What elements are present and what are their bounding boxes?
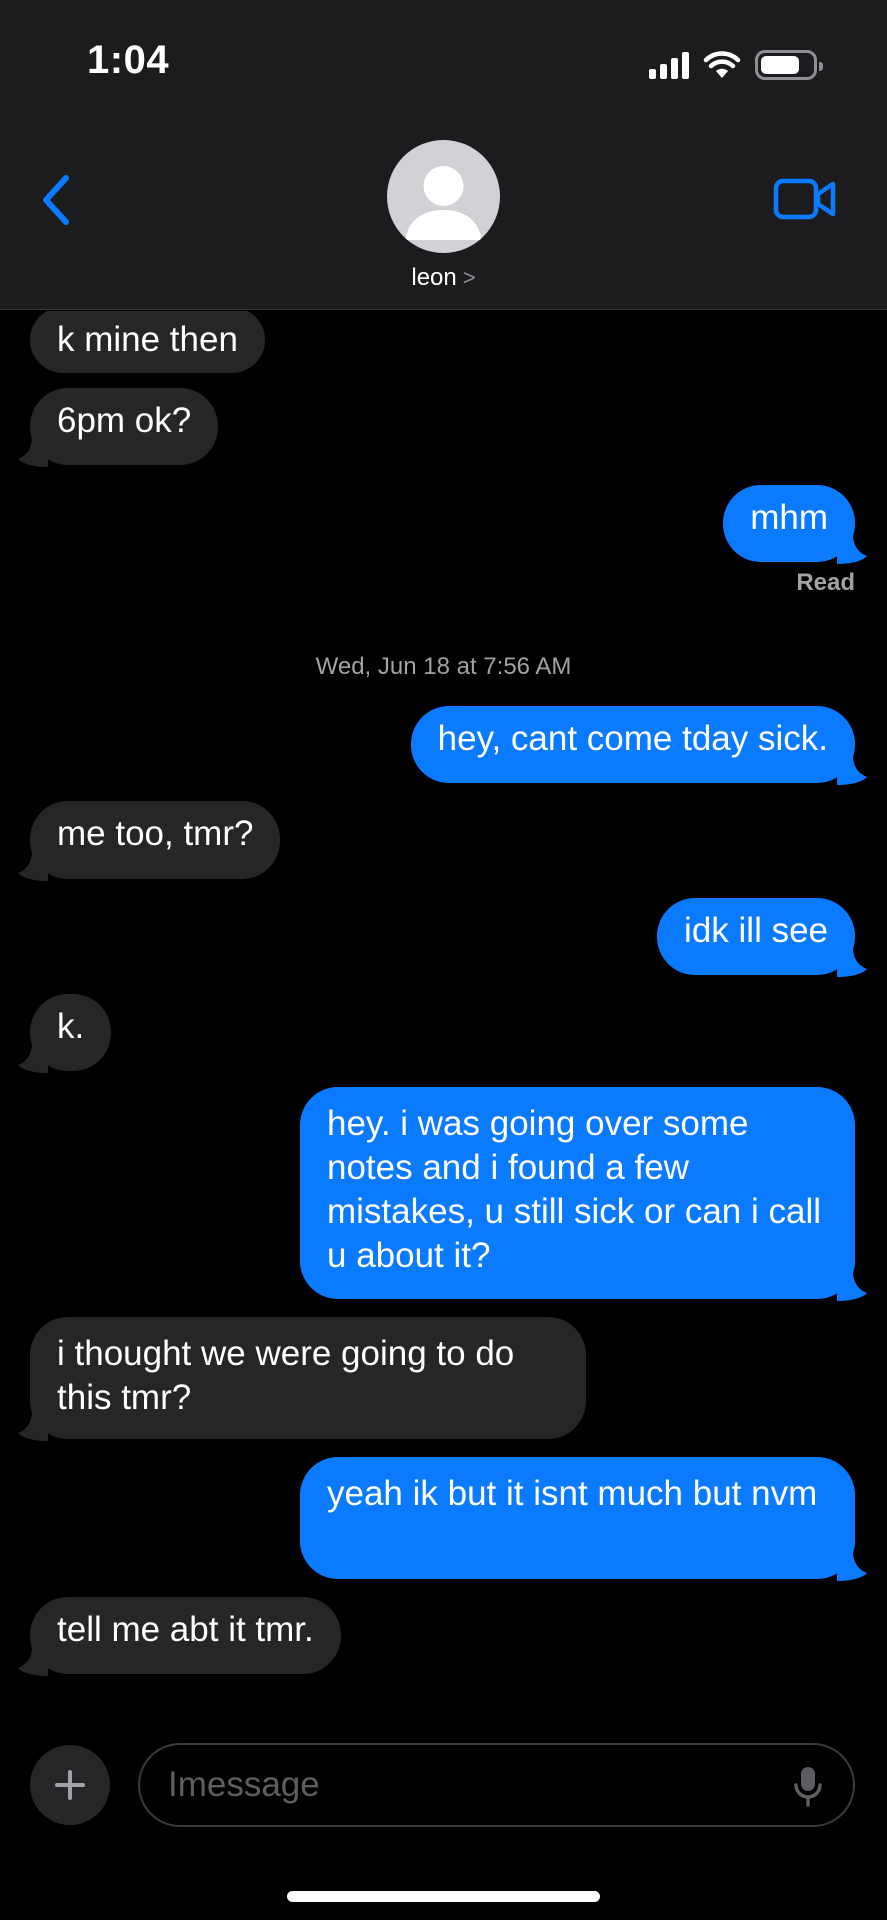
outgoing-message[interactable]: hey. i was going over some notes and i f… bbox=[300, 1087, 867, 1301]
message-input[interactable] bbox=[168, 1745, 748, 1825]
incoming-message[interactable]: me too, tmr? bbox=[18, 801, 281, 881]
message-text: idk ill see bbox=[684, 911, 828, 950]
bubble-tail bbox=[18, 1646, 48, 1676]
incoming-message[interactable]: k. bbox=[18, 994, 112, 1073]
bubble-tail bbox=[837, 755, 867, 785]
person-silhouette-icon bbox=[405, 166, 482, 240]
conversation-header: leon > bbox=[0, 130, 887, 310]
outgoing-message[interactable]: idk ill see bbox=[657, 898, 867, 977]
message-text: yeah ik but it isnt much but nvm bbox=[327, 1474, 818, 1513]
back-button[interactable] bbox=[34, 170, 78, 230]
status-icons bbox=[649, 48, 823, 82]
message-input-container[interactable] bbox=[138, 1743, 855, 1827]
incoming-message[interactable]: i thought we were going to do this tmr? bbox=[18, 1317, 586, 1441]
bubble-tail bbox=[18, 851, 48, 881]
bubble-tail bbox=[837, 1271, 867, 1301]
status-time: 1:04 bbox=[87, 38, 170, 82]
message-text: k. bbox=[57, 1007, 85, 1046]
message-text: mhm bbox=[750, 498, 828, 537]
message-text: i thought we were going to do this tmr? bbox=[57, 1334, 515, 1417]
wifi-icon bbox=[703, 51, 741, 78]
message-text: tell me abt it tmr. bbox=[57, 1610, 314, 1649]
bubble-tail bbox=[837, 947, 867, 977]
message-text: hey, cant come tday sick. bbox=[437, 719, 828, 758]
apps-plus-button[interactable] bbox=[30, 1745, 110, 1825]
bubble-tail bbox=[18, 1043, 48, 1073]
message-text: hey. i was going over some notes and i f… bbox=[327, 1104, 822, 1275]
facetime-video-button[interactable] bbox=[773, 176, 837, 222]
contact-avatar[interactable] bbox=[387, 140, 500, 253]
chevron-left-icon bbox=[43, 175, 69, 225]
microphone-icon bbox=[794, 1767, 822, 1807]
chevron-right-icon: > bbox=[462, 265, 476, 290]
message-text: k mine then bbox=[57, 320, 238, 359]
read-receipt: Read bbox=[796, 569, 855, 596]
bubble-tail bbox=[18, 437, 48, 467]
incoming-message[interactable]: k mine then bbox=[30, 311, 265, 373]
home-indicator[interactable] bbox=[287, 1891, 600, 1902]
bubble-tail bbox=[837, 534, 867, 564]
outgoing-message[interactable]: mhm bbox=[723, 485, 867, 564]
outgoing-message[interactable]: hey, cant come tday sick. bbox=[410, 706, 867, 785]
message-thread[interactable]: k mine then 6pm ok? mhm Read Wed, Jun 18… bbox=[0, 311, 887, 1721]
dictation-button[interactable] bbox=[793, 1765, 823, 1807]
contact-name: leon bbox=[411, 264, 457, 291]
outgoing-message[interactable]: yeah ik but it isnt much but nvm bbox=[300, 1457, 867, 1581]
bubble-tail bbox=[18, 1411, 48, 1441]
battery-icon bbox=[755, 50, 823, 80]
incoming-message[interactable]: tell me abt it tmr. bbox=[18, 1597, 341, 1676]
conversation-timestamp: Wed, Jun 18 at 7:56 AM bbox=[315, 653, 572, 680]
message-text: 6pm ok? bbox=[57, 401, 192, 440]
contact-name-button[interactable]: leon > bbox=[0, 264, 887, 292]
video-camera-icon bbox=[773, 178, 836, 220]
status-bar: 1:04 bbox=[0, 0, 887, 130]
message-text: me too, tmr? bbox=[57, 814, 254, 853]
bubble-tail bbox=[837, 1551, 867, 1581]
cellular-signal-icon bbox=[649, 51, 689, 79]
incoming-message[interactable]: 6pm ok? bbox=[18, 388, 219, 467]
